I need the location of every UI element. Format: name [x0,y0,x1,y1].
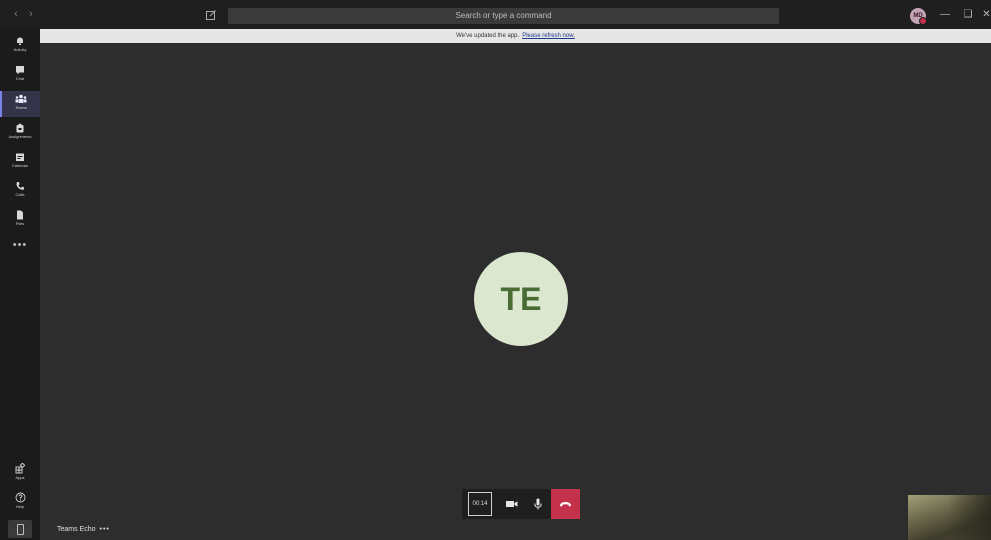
self-video-preview[interactable] [908,495,991,540]
rail-label-apps: Apps [15,475,25,480]
participant-initials: TE [500,281,542,317]
rail-item-teams[interactable]: Teams [0,91,40,117]
call-timer: 00:14 [468,492,492,516]
rail-item-assignments[interactable]: Assignments [0,120,40,146]
rail-label-assignments: Assignments [8,134,32,139]
bell-icon [17,37,23,45]
assignments-icon [16,123,24,133]
rail-item-files[interactable]: Files [0,207,40,233]
refresh-link[interactable]: Please refresh now. [522,33,575,39]
participant-name-label: Teams Echo [57,526,96,533]
more-options-icon[interactable]: ••• [100,526,110,533]
minimize-icon[interactable]: — [938,8,952,22]
microphone-button[interactable] [528,494,548,514]
teams-icon [15,94,27,103]
call-participant-name: Teams Echo ••• [57,526,110,533]
call-controls: 00:14 [462,489,580,519]
rail-label-activity: Activity [13,47,27,52]
mobile-phone-icon [17,524,24,535]
rail-item-activity[interactable]: Activity [0,33,40,59]
rail-item-calendar[interactable]: Calendar [0,149,40,175]
rail-item-chat[interactable]: Chat [0,62,40,88]
help-icon [15,492,25,503]
rail-item-apps[interactable]: Apps [0,460,40,486]
app-rail: Activity Chat Teams Assignments Calendar… [0,29,40,540]
video-camera-icon [506,501,518,507]
phone-icon [16,182,24,190]
back-arrow-icon[interactable]: ‹ [11,8,21,20]
search-input[interactable]: Search or type a command [228,8,779,24]
user-avatar[interactable]: MD [910,8,927,25]
more-apps-icon[interactable]: ••• [0,239,40,251]
calendar-icon [16,153,24,161]
rail-label-calls: Calls [15,192,25,197]
participant-avatar: TE [474,252,568,346]
rail-label-files: Files [15,221,25,226]
hang-up-icon [560,502,571,507]
update-banner: We've updated the app. Please refresh now… [40,29,991,43]
apps-icon [15,463,25,474]
rail-label-help: Help [15,504,25,509]
mobile-device-button[interactable] [8,520,32,538]
chat-icon [16,66,24,75]
hang-up-button[interactable] [551,489,580,519]
title-bar: ‹ › Search or type a command MD — ❏ ✕ [0,0,991,30]
compose-icon[interactable] [205,8,217,20]
microphone-icon [534,498,542,510]
rail-item-calls[interactable]: Calls [0,178,40,204]
camera-button[interactable] [502,494,522,514]
teams-window: ‹ › Search or type a command MD — ❏ ✕ Ac… [0,0,991,540]
rail-item-help[interactable]: Help [0,489,40,515]
file-icon [17,210,23,220]
close-icon[interactable]: ✕ [982,8,991,22]
forward-arrow-icon[interactable]: › [26,8,36,20]
restore-icon[interactable]: ❏ [961,8,975,22]
self-video-shade [948,495,991,540]
call-stage: TE [40,43,991,540]
rail-label-teams: Teams [15,105,27,110]
banner-message: We've updated the app. [456,33,520,39]
rail-label-calendar: Calendar [11,163,29,168]
presence-busy-icon [919,17,927,25]
rail-label-chat: Chat [15,76,25,81]
